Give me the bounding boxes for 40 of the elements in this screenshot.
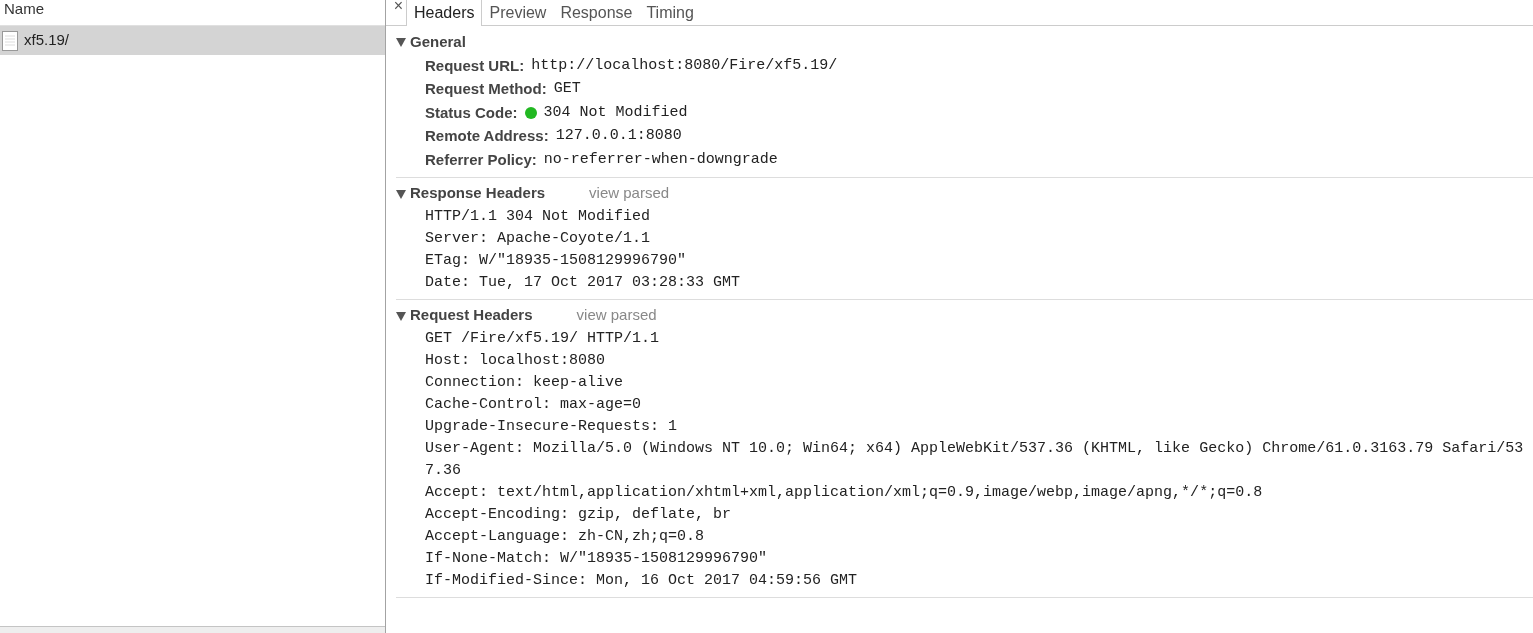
header-line: User-Agent: Mozilla/5.0 (Windows NT 10.0; Win64; x64) AppleWebKit/537.36 (KHTML, like Gecko) Chrome/61.0.3163.79 Safari/537.36 [425, 438, 1525, 481]
header-value: no-referrer-when-downgrade [543, 149, 778, 170]
header-line: If-Modified-Since: Mon, 16 Oct 2017 04:59:56 GMT [425, 570, 859, 591]
header-line: Accept-Language: zh-CN,zh;q=0.8 [425, 526, 706, 547]
view-parsed-link[interactable]: view parsed [576, 304, 657, 327]
header-value: GET [553, 79, 581, 100]
header-line: Host: localhost:8080 [425, 350, 607, 371]
header-line: Date: Tue, 17 Oct 2017 03:28:33 GMT [425, 272, 742, 293]
request-row[interactable]: xf5.19/ [0, 26, 385, 55]
header-line: ETag: W/"18935-1508129996790" [425, 250, 688, 271]
header-line: GET /Fire/xf5.19/ HTTP/1.1 [425, 328, 661, 349]
header-line: Connection: keep-alive [425, 372, 625, 393]
header-value: 304 Not Modified [543, 102, 688, 123]
header-name: Request URL: [425, 55, 525, 76]
header-line: Cache-Control: max-age=0 [425, 394, 643, 415]
header-name: Referrer Policy: [425, 149, 537, 170]
section-title[interactable]: Request Headers [410, 304, 533, 327]
header-name: Request Method: [425, 79, 547, 99]
header-name: Status Code: [425, 102, 518, 123]
header-line: HTTP/1.1 304 Not Modified [425, 206, 652, 227]
header-line: If-None-Match: W/"18935-1508129996790" [425, 548, 769, 569]
header-line: Accept-Encoding: gzip, deflate, br [425, 504, 733, 525]
tab[interactable]: Response [553, 0, 640, 25]
view-parsed-link[interactable]: view parsed [589, 182, 670, 205]
tab[interactable]: Timing [639, 0, 701, 25]
close-button[interactable]: × [386, 0, 406, 12]
header-line: Upgrade-Insecure-Requests: 1 [425, 416, 679, 437]
collapse-triangle-icon[interactable] [396, 188, 406, 199]
collapse-triangle-icon[interactable] [396, 310, 406, 321]
header-name: Remote Address: [425, 126, 549, 146]
tab[interactable]: Headers [406, 0, 483, 26]
header-value: 127.0.0.1:8080 [555, 126, 682, 147]
document-icon [2, 30, 18, 51]
header-line: Accept: text/html,application/xhtml+xml,application/xml;q=0.9,image/webp,image/apng,*/*;q=0.8 [425, 482, 1264, 503]
section-title[interactable]: Response Headers [410, 182, 546, 205]
tab[interactable]: Preview [482, 0, 554, 25]
header-line: Server: Apache-Coyote/1.1 [425, 228, 652, 249]
collapse-triangle-icon[interactable] [396, 37, 406, 47]
section-title[interactable]: General [410, 30, 466, 54]
header-value: http://localhost:8080/Fire/xf5.19/ [531, 55, 838, 76]
